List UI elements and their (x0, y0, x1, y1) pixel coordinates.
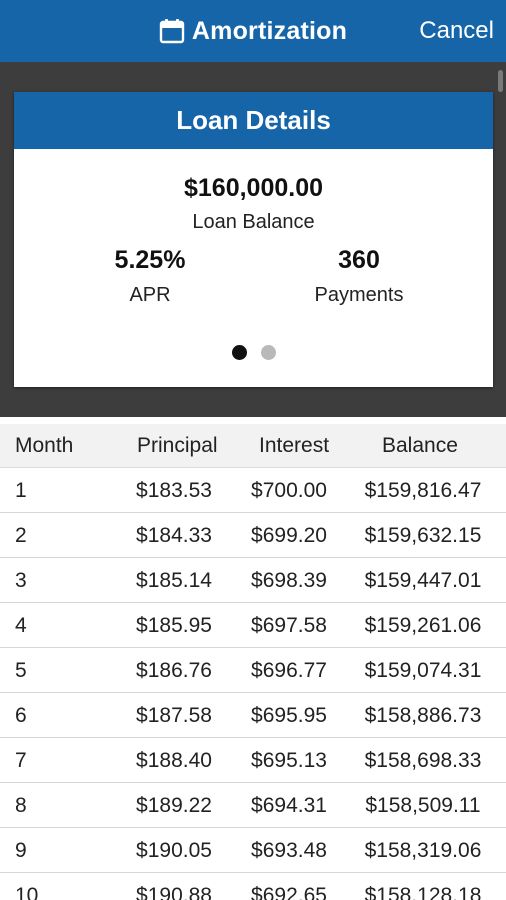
card-header: Loan Details (14, 92, 493, 149)
month-cell: 2 (15, 523, 27, 547)
table-row[interactable]: 5 $186.76 $696.77 $159,074.31 (0, 648, 506, 693)
interest-cell: $695.95 (251, 703, 327, 727)
balance-cell: $158,886.73 (364, 703, 482, 727)
apr-label: APR (129, 284, 171, 306)
balance-cell: $159,447.01 (364, 568, 482, 592)
apr-stat: 5.25% APR (70, 246, 230, 307)
table-row[interactable]: 1 $183.53 $700.00 $159,816.47 (0, 468, 506, 513)
loan-amount-label: Loan Balance (192, 211, 315, 233)
interest-cell: $692.65 (251, 883, 327, 900)
table-row[interactable]: 2 $184.33 $699.20 $159,632.15 (0, 513, 506, 558)
interest-cell: $696.77 (251, 658, 327, 682)
page-indicator (14, 345, 493, 360)
month-cell: 6 (15, 703, 27, 727)
principal-cell: $185.95 (136, 613, 212, 637)
balance-cell: $159,261.06 (364, 613, 482, 637)
month-cell: 1 (15, 478, 27, 502)
table-header: Month Principal Interest Balance (0, 424, 506, 468)
interest-cell: $697.58 (251, 613, 327, 637)
month-cell: 5 (15, 658, 27, 682)
scrollbar-thumb[interactable] (498, 70, 503, 92)
page-dot-2[interactable] (260, 345, 276, 360)
table-row[interactable]: 9 $190.05 $693.48 $158,319.06 (0, 828, 506, 873)
principal-cell: $186.76 (136, 658, 212, 682)
interest-cell: $695.13 (251, 748, 327, 772)
table-row[interactable]: 10 $190.88 $692.65 $158,128.18 (0, 873, 506, 900)
apr-value: 5.25% (114, 246, 186, 274)
header-balance: Balance (382, 434, 458, 457)
table-row[interactable]: 3 $185.14 $698.39 $159,447.01 (0, 558, 506, 603)
loan-amount: $160,000.00 (183, 174, 324, 202)
balance-cell: $159,632.15 (364, 523, 482, 547)
principal-cell: $188.40 (136, 748, 212, 772)
principal-cell: $190.05 (136, 838, 212, 862)
interest-cell: $699.20 (251, 523, 327, 547)
principal-cell: $184.33 (136, 523, 212, 547)
payments-stat: 360 Payments (279, 246, 439, 307)
page-dot-1[interactable] (231, 345, 247, 360)
amortization-table: 1 $183.53 $700.00 $159,816.47 2 $184.33 $699.2… (0, 468, 506, 900)
interest-cell: $694.31 (251, 793, 327, 817)
principal-cell: $183.53 (136, 478, 212, 502)
loan-details-card[interactable]: Loan Details $160,000.00 Loan Balance 5.… (14, 92, 493, 387)
interest-cell: $700.00 (251, 478, 327, 502)
interest-cell: $693.48 (251, 838, 327, 862)
month-cell: 10 (15, 883, 39, 900)
principal-cell: $189.22 (136, 793, 212, 817)
month-cell: 8 (15, 793, 27, 817)
table-row[interactable]: 7 $188.40 $695.13 $158,698.33 (0, 738, 506, 783)
table-row[interactable]: 4 $185.95 $697.58 $159,261.06 (0, 603, 506, 648)
payments-value: 360 (338, 246, 380, 274)
principal-cell: $185.14 (136, 568, 212, 592)
navbar: Amortization Cancel (0, 0, 506, 62)
principal-cell: $187.58 (136, 703, 212, 727)
cancel-button[interactable]: Cancel (419, 0, 494, 62)
balance-cell: $159,816.47 (364, 478, 482, 502)
balance-cell: $158,128.18 (364, 883, 482, 900)
header-principal: Principal (137, 434, 218, 457)
month-cell: 9 (15, 838, 27, 862)
payments-label: Payments (314, 284, 404, 306)
balance-cell: $158,698.33 (364, 748, 482, 772)
header-interest: Interest (259, 434, 330, 457)
nav-title: Amortization (191, 16, 348, 45)
table-row[interactable]: 8 $189.22 $694.31 $158,509.11 (0, 783, 506, 828)
balance-cell: $158,509.11 (365, 793, 481, 817)
table-row[interactable]: 6 $187.58 $695.95 $158,886.73 (0, 693, 506, 738)
calendar-icon (159, 18, 185, 44)
principal-cell: $190.88 (136, 883, 212, 900)
month-cell: 7 (15, 748, 27, 772)
balance-cell: $159,074.31 (364, 658, 482, 682)
header-month: Month (15, 434, 74, 457)
month-cell: 3 (15, 568, 27, 592)
balance-cell: $158,319.06 (364, 838, 482, 862)
month-cell: 4 (15, 613, 27, 637)
interest-cell: $698.39 (251, 568, 327, 592)
